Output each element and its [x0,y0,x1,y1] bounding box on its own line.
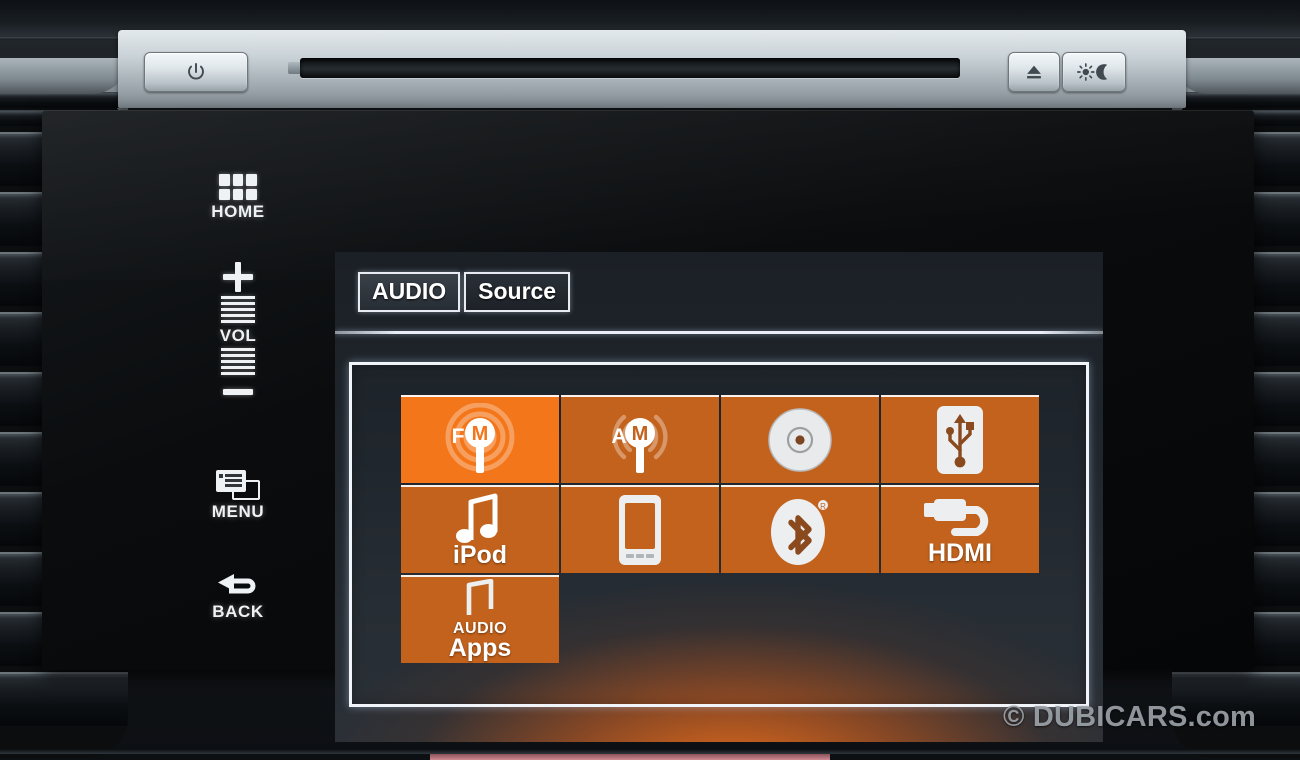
power-icon [188,62,204,80]
svg-text:R: R [820,502,826,511]
audio-apps-note-icon [461,579,499,617]
sidebar-item-back-label: BACK [212,602,264,621]
dashboard-backdrop: HOME VOL MENU BACK AUDIO Source M F M A … [0,0,1300,760]
tab-audio[interactable]: AUDIO [358,272,461,312]
air-vent-left-cap [0,58,128,94]
back-arrow-icon [214,570,262,600]
side-key-panel: HOME VOL MENU BACK [172,170,304,670]
display-brightness-button[interactable] [1062,52,1126,92]
source-tile-phone[interactable] [561,485,719,573]
fm-radio-tower-icon: M F [430,403,530,477]
tab-bar-divider [335,331,1103,334]
air-vent-right-cap [1172,58,1300,94]
sidebar-item-back[interactable]: BACK [172,570,304,622]
tab-bar: AUDIO Source [358,272,571,312]
volume-up-icon[interactable] [223,262,253,292]
svg-text:M: M [472,423,489,445]
sidebar-item-volume-label: VOL [219,326,257,345]
source-tile-audio-apps-label: Apps [448,634,512,662]
smartphone-icon [617,493,663,567]
sun-moon-icon [1077,63,1108,81]
volume-bars-icon [221,296,255,323]
source-tile-fm[interactable]: M F [401,395,559,483]
cd-slot[interactable] [300,58,960,78]
usb-icon [935,404,985,476]
sidebar-item-menu-label: MENU [211,502,265,521]
source-tile-ipod[interactable]: iPod [401,485,559,573]
sidebar-item-home[interactable]: HOME [172,174,304,222]
tab-source[interactable]: Source [464,272,571,312]
home-grid-icon [219,174,257,200]
lcd-screen: AUDIO Source M F M A iPod R HDMI AUDIO A… [335,252,1103,742]
source-tile-cd[interactable] [721,395,879,483]
source-tile-am[interactable]: M A [561,395,719,483]
watermark: © DUBICARS.com [1003,701,1256,733]
sidebar-item-home-label: HOME [211,202,265,221]
cd-disc-icon [763,403,837,477]
source-tile-grid: M F M A iPod R HDMI AUDIO Apps [401,395,1039,663]
source-tile-usb[interactable] [881,395,1039,483]
bluetooth-icon: R [767,492,833,568]
sidebar-item-volume[interactable]: VOL [172,262,304,395]
eject-icon [1027,65,1041,79]
source-tile-audio-apps[interactable]: AUDIO Apps [401,575,559,663]
svg-text:A: A [611,425,626,448]
source-panel-frame: M F M A iPod R HDMI AUDIO Apps [349,362,1089,707]
power-button[interactable] [144,52,248,92]
svg-text:F: F [452,425,465,448]
am-radio-tower-icon: M A [590,403,690,477]
source-tile-ipod-label: iPod [452,541,508,569]
volume-bars-icon-lower [221,348,255,375]
eject-button[interactable] [1008,52,1060,92]
sidebar-item-menu[interactable]: MENU [172,470,304,522]
svg-text:M: M [632,423,649,445]
source-tile-hdmi[interactable]: HDMI [881,485,1039,573]
hdmi-cable-icon [918,495,1002,539]
dash-bottom-trim [0,749,1300,754]
source-tile-hdmi-label: HDMI [928,538,992,567]
volume-down-icon[interactable] [223,389,253,395]
screen-housing: HOME VOL MENU BACK AUDIO Source M F M A … [42,110,1254,742]
menu-windows-icon [216,470,260,500]
music-note-icon [449,492,511,544]
source-tile-bluetooth[interactable]: R [721,485,879,573]
